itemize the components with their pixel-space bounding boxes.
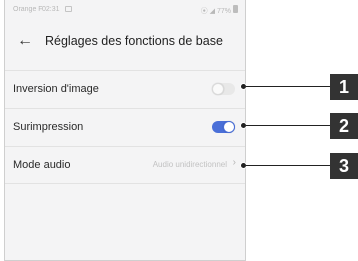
toggle-knob: [212, 83, 224, 95]
setting-row-overlay[interactable]: Surimpression: [5, 108, 245, 146]
setting-label: Inversion d'image: [13, 83, 99, 95]
battery-icon: [233, 5, 238, 13]
callout-line: [246, 165, 330, 166]
image-notification-icon: [65, 6, 72, 12]
callout-line: [246, 86, 330, 87]
page-title: Réglages des fonctions de base: [45, 34, 223, 48]
carrier-name: Orange F: [13, 6, 43, 13]
audio-mode-value[interactable]: Audio unidirectionnel: [153, 160, 227, 169]
callout-badge-2: 2: [330, 113, 358, 139]
phone-screen: Orange F 02:31 ⦿ ◢ 77% ← Réglages des fo…: [4, 0, 246, 261]
status-time: 02:31: [42, 6, 60, 13]
system-status-icons: ⦿ ◢ 77%: [200, 8, 231, 15]
callout-badge-3: 3: [330, 153, 358, 179]
app-header: ← Réglages des fonctions de base: [5, 24, 245, 62]
overlay-toggle[interactable]: [212, 121, 235, 133]
callout-badge-1: 1: [330, 74, 358, 100]
status-bar: Orange F 02:31 ⦿ ◢ 77%: [5, 0, 245, 20]
setting-label: Mode audio: [13, 159, 71, 171]
setting-row-image-inversion[interactable]: Inversion d'image: [5, 70, 245, 108]
image-inversion-toggle[interactable]: [212, 83, 235, 95]
setting-label: Surimpression: [13, 121, 84, 133]
toggle-knob: [223, 121, 235, 133]
setting-row-audio-mode[interactable]: Mode audio Audio unidirectionnel ›: [5, 146, 245, 184]
back-arrow-icon[interactable]: ←: [15, 30, 35, 52]
chevron-right-icon: ›: [232, 157, 236, 168]
callout-line: [246, 125, 330, 126]
